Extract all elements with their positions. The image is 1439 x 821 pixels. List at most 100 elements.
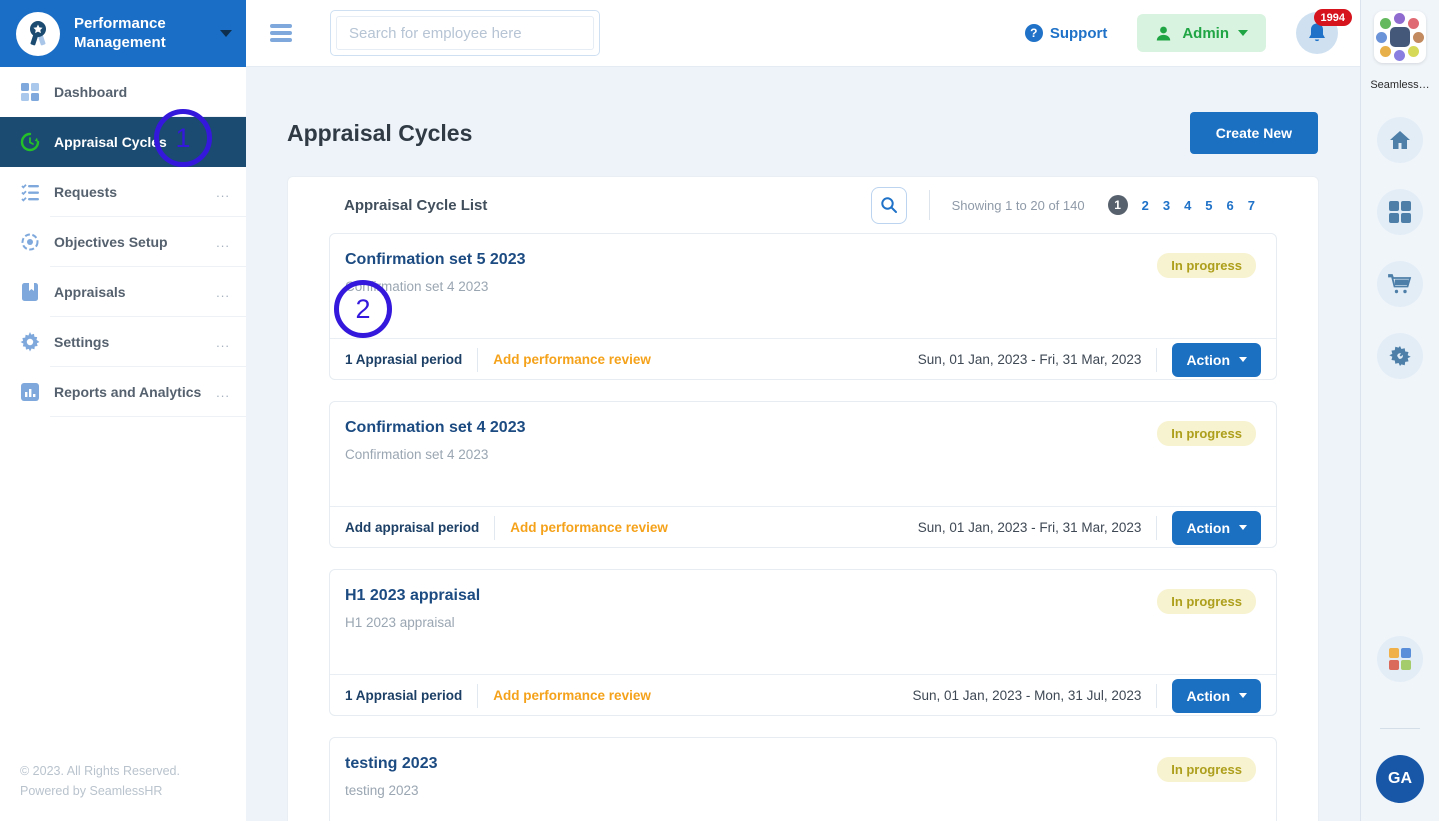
status-badge: In progress xyxy=(1157,253,1256,278)
seamless-logo-icon[interactable] xyxy=(1374,11,1426,63)
cycle-title[interactable]: Confirmation set 4 2023 xyxy=(345,419,1256,437)
add-performance-review-link[interactable]: Add performance review xyxy=(493,688,651,703)
support-link[interactable]: ? Support xyxy=(1025,24,1108,42)
collapse-sidebar-icon[interactable] xyxy=(220,30,232,37)
pagination: 1 2 3 4 5 6 7 xyxy=(1101,195,1262,215)
page-title: Appraisal Cycles xyxy=(287,120,472,147)
action-button[interactable]: Action xyxy=(1172,679,1261,713)
gear-icon xyxy=(18,332,42,352)
sidebar-item-label: Settings xyxy=(54,334,216,350)
sidebar-item-label: Objectives Setup xyxy=(54,234,216,250)
divider xyxy=(477,684,478,708)
create-new-button[interactable]: Create New xyxy=(1190,112,1318,154)
search-icon xyxy=(880,196,898,214)
cycle-date-range: Sun, 01 Jan, 2023 - Mon, 31 Jul, 2023 xyxy=(913,688,1142,703)
colored-grid-icon xyxy=(1389,648,1411,670)
add-appraisal-period-link[interactable]: Add appraisal period xyxy=(345,520,479,535)
page-number-3[interactable]: 3 xyxy=(1163,198,1170,213)
gear-wrench-icon xyxy=(1388,344,1412,368)
bar-chart-icon xyxy=(18,382,42,402)
cycle-date-range: Sun, 01 Jan, 2023 - Fri, 31 Mar, 2023 xyxy=(918,352,1142,367)
powered-by-line: Powered by SeamlessHR xyxy=(20,782,180,801)
action-button[interactable]: Action xyxy=(1172,511,1261,545)
cycle-title[interactable]: Confirmation set 5 2023 xyxy=(345,251,1256,269)
chevron-down-icon xyxy=(1239,357,1247,362)
page-number-5[interactable]: 5 xyxy=(1205,198,1212,213)
divider xyxy=(1380,728,1420,729)
divider xyxy=(929,190,930,220)
page-number-6[interactable]: 6 xyxy=(1227,198,1234,213)
sidebar-item-objectives-setup[interactable]: Objectives Setup ... xyxy=(0,217,246,267)
page-number-7[interactable]: 7 xyxy=(1248,198,1255,213)
list-title: Appraisal Cycle List xyxy=(344,197,487,214)
sidebar-item-appraisal-cycles[interactable]: Appraisal Cycles xyxy=(0,117,246,167)
cycle-subtitle: testing 2023 xyxy=(345,783,1256,798)
sidebar-item-label: Requests xyxy=(54,184,216,200)
add-performance-review-link[interactable]: Add performance review xyxy=(493,352,651,367)
more-icon: ... xyxy=(216,235,230,250)
sidebar-item-label: Reports and Analytics xyxy=(54,384,216,400)
divider xyxy=(1156,348,1157,372)
cycle-clock-icon xyxy=(18,132,42,152)
cycle-title[interactable]: H1 2023 appraisal xyxy=(345,587,1256,605)
browser-extension-rail: Seamless… GA xyxy=(1360,0,1439,821)
sidebar-item-requests[interactable]: Requests ... xyxy=(0,167,246,217)
extensions-button[interactable] xyxy=(1377,636,1423,682)
sidebar-item-dashboard[interactable]: Dashboard xyxy=(0,67,246,117)
copyright-line: © 2023. All Rights Reserved. xyxy=(20,762,180,781)
left-sidebar: Performance Management Dashboard Apprais… xyxy=(0,0,246,821)
more-icon: ... xyxy=(216,185,230,200)
home-button[interactable] xyxy=(1377,117,1423,163)
admin-menu-button[interactable]: Admin xyxy=(1137,14,1266,52)
checklist-icon xyxy=(18,182,42,202)
top-bar: ? Support Admin 1994 xyxy=(246,0,1360,67)
appraisal-cycle-card: testing 2023 testing 2023 In progress xyxy=(329,737,1277,821)
sidebar-item-label: Appraisals xyxy=(54,284,216,300)
dashboard-icon xyxy=(18,82,42,102)
main-content: Appraisal Cycles Create New Appraisal Cy… xyxy=(246,67,1360,821)
profile-avatar[interactable]: GA xyxy=(1376,755,1424,803)
cycle-subtitle: H1 2023 appraisal xyxy=(345,615,1256,630)
divider xyxy=(1156,684,1157,708)
sidebar-item-label: Dashboard xyxy=(54,84,246,100)
divider xyxy=(477,348,478,372)
page-number-1[interactable]: 1 xyxy=(1108,195,1128,215)
cycle-date-range: Sun, 01 Jan, 2023 - Fri, 31 Mar, 2023 xyxy=(918,520,1142,535)
app-title: Performance Management xyxy=(74,15,216,53)
page-number-2[interactable]: 2 xyxy=(1142,198,1149,213)
marketplace-button[interactable] xyxy=(1377,261,1423,307)
cart-icon xyxy=(1388,273,1412,295)
apps-button[interactable] xyxy=(1377,189,1423,235)
list-search-button[interactable] xyxy=(871,187,907,224)
settings-button[interactable] xyxy=(1377,333,1423,379)
sidebar-item-settings[interactable]: Settings ... xyxy=(0,317,246,367)
chevron-down-icon xyxy=(1238,30,1248,36)
cycle-title[interactable]: testing 2023 xyxy=(345,755,1256,773)
extension-brand-label: Seamless… xyxy=(1370,79,1429,91)
hamburger-menu-icon[interactable] xyxy=(270,21,292,46)
status-badge: In progress xyxy=(1157,589,1256,614)
employee-search-box xyxy=(330,10,600,56)
action-button[interactable]: Action xyxy=(1172,343,1261,377)
copyright-footer: © 2023. All Rights Reserved. Powered by … xyxy=(20,762,180,801)
support-label: Support xyxy=(1050,25,1108,42)
more-icon: ... xyxy=(216,335,230,350)
appraisal-period-link[interactable]: 1 Apprasial period xyxy=(345,352,462,367)
admin-label: Admin xyxy=(1182,25,1229,42)
page-number-4[interactable]: 4 xyxy=(1184,198,1191,213)
status-badge: In progress xyxy=(1157,757,1256,782)
app-header: Performance Management xyxy=(0,0,246,67)
employee-search-input[interactable] xyxy=(336,16,594,50)
cycle-subtitle: Confirmation set 4 2023 xyxy=(345,279,1256,294)
chevron-down-icon xyxy=(1239,525,1247,530)
showing-range-label: Showing 1 to 20 of 140 xyxy=(952,198,1085,213)
cycle-subtitle: Confirmation set 4 2023 xyxy=(345,447,1256,462)
add-performance-review-link[interactable]: Add performance review xyxy=(510,520,668,535)
sidebar-item-reports-analytics[interactable]: Reports and Analytics ... xyxy=(0,367,246,417)
action-label: Action xyxy=(1186,688,1230,704)
home-icon xyxy=(1389,130,1411,150)
sidebar-item-appraisals[interactable]: Appraisals ... xyxy=(0,267,246,317)
status-badge: In progress xyxy=(1157,421,1256,446)
app-logo xyxy=(16,12,60,56)
appraisal-period-link[interactable]: 1 Apprasial period xyxy=(345,688,462,703)
